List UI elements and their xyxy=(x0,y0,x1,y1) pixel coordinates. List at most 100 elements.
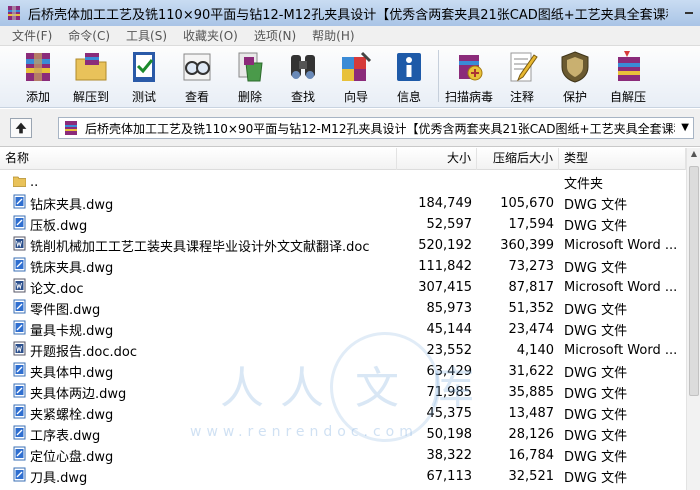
file-type: DWG 文件 xyxy=(564,324,628,339)
protect-button[interactable]: 保护 xyxy=(551,46,599,105)
info-button[interactable]: 信息 xyxy=(385,46,433,105)
column-name[interactable]: 名称 xyxy=(0,148,397,170)
file-packed-size: 13,487 xyxy=(508,406,555,421)
dwg-file-icon xyxy=(13,257,30,276)
file-row[interactable]: 论文.doc 307,415 87,817 Microsoft Word ... xyxy=(0,277,686,298)
file-packed-size: 105,670 xyxy=(500,196,554,211)
file-name-cell[interactable]: 开题报告.doc.doc xyxy=(0,341,397,360)
dwg-file-icon xyxy=(13,425,30,444)
file-name-cell[interactable]: 夹具体两边.dwg xyxy=(0,383,397,402)
archive-icon xyxy=(65,121,77,135)
dwg-file-icon xyxy=(13,446,30,465)
file-row[interactable]: .. 文件夹 xyxy=(0,172,686,193)
file-row[interactable]: 开题报告.doc.doc 23,552 4,140 Microsoft Word ..… xyxy=(0,340,686,361)
path-dropdown[interactable]: 后桥壳体加工工艺及铣110×90平面与钻12-M12孔夹具设计【优秀含两套夹具2… xyxy=(58,117,694,139)
file-name-cell[interactable]: 零件图.dwg xyxy=(0,299,397,318)
menu-commands[interactable]: 命令(C) xyxy=(60,27,118,44)
add-archive-icon xyxy=(26,53,50,81)
sfx-button[interactable]: 自解压 xyxy=(604,46,652,105)
file-list: 名称 大小 压缩后大小 类型 .. 文件夹 钻床夹具.dwg 184,749 105,6… xyxy=(0,148,700,490)
file-name-cell[interactable]: 夹具体中.dwg xyxy=(0,362,397,381)
file-name: 夹具体两边.dwg xyxy=(30,387,127,402)
winrar-app-icon xyxy=(8,6,20,20)
menu-file[interactable]: 文件(F) xyxy=(4,27,60,44)
menu-favorites[interactable]: 收藏夹(O) xyxy=(175,27,246,44)
file-row[interactable]: 铣床夹具.dwg 111,842 73,273 DWG 文件 xyxy=(0,256,686,277)
up-folder-icon[interactable] xyxy=(10,118,32,138)
folder-icon xyxy=(12,173,30,192)
file-row[interactable]: 夹具体中.dwg 63,429 31,622 DWG 文件 xyxy=(0,361,686,382)
file-packed-size: 35,885 xyxy=(508,385,555,400)
chevron-down-icon[interactable]: ▼ xyxy=(681,122,689,133)
window-controls xyxy=(682,3,696,17)
file-size: 67,113 xyxy=(426,469,473,484)
file-size: 520,192 xyxy=(418,238,472,253)
file-name-cell[interactable]: 量具卡规.dwg xyxy=(0,320,397,339)
minimize-icon[interactable] xyxy=(682,3,696,17)
file-name-cell[interactable]: 定位心盘.dwg xyxy=(0,446,397,465)
file-name: 夹紧螺栓.dwg xyxy=(30,408,114,423)
file-type: DWG 文件 xyxy=(564,429,628,444)
file-row[interactable]: 刀具.dwg 67,113 32,521 DWG 文件 xyxy=(0,466,686,487)
wizard-button[interactable]: 向导 xyxy=(332,46,380,105)
menu-tools[interactable]: 工具(S) xyxy=(118,27,175,44)
add-button[interactable]: 添加 xyxy=(14,46,62,105)
file-row[interactable]: 定位心盘.dwg 38,322 16,784 DWG 文件 xyxy=(0,445,686,466)
file-packed-size: 28,126 xyxy=(508,427,555,442)
view-glasses-icon xyxy=(183,53,211,81)
file-name: .. xyxy=(30,175,39,190)
file-row[interactable]: 零件图.dwg 85,973 51,352 DWG 文件 xyxy=(0,298,686,319)
file-name-cell[interactable]: 钻床夹具.dwg xyxy=(0,194,397,213)
file-packed-size: 17,594 xyxy=(508,217,555,232)
file-size: 38,322 xyxy=(426,448,473,463)
dwg-file-icon xyxy=(13,467,30,486)
delete-recycle-icon xyxy=(238,52,263,82)
dwg-file-icon xyxy=(13,299,30,318)
file-row[interactable]: 夹具体两边.dwg 71,985 35,885 DWG 文件 xyxy=(0,382,686,403)
extract-to-button[interactable]: 解压到 xyxy=(67,46,115,105)
file-name: 工序表.dwg xyxy=(30,429,101,444)
file-name: 定位心盘.dwg xyxy=(30,450,114,465)
delete-button[interactable]: 删除 xyxy=(226,46,274,105)
file-name-cell[interactable]: 夹紧螺栓.dwg xyxy=(0,404,397,423)
dwg-file-icon xyxy=(13,320,30,339)
file-packed-size: 23,474 xyxy=(508,322,555,337)
file-name-cell[interactable]: 铣床夹具.dwg xyxy=(0,257,397,276)
toolbar-separator xyxy=(438,50,439,102)
file-row[interactable]: 工序表.dwg 50,198 28,126 DWG 文件 xyxy=(0,424,686,445)
file-name-cell[interactable]: 压板.dwg xyxy=(0,215,397,234)
protect-shield-icon xyxy=(561,51,589,83)
file-name-cell[interactable]: 铣削机械加工工艺工装夹具课程毕业设计外文文献翻译.doc xyxy=(0,236,397,255)
virus-scan-icon xyxy=(459,55,483,81)
file-row[interactable]: 钻床夹具.dwg 184,749 105,670 DWG 文件 xyxy=(0,193,686,214)
column-packed[interactable]: 压缩后大小 xyxy=(477,148,559,170)
file-name-cell[interactable]: .. xyxy=(0,173,397,192)
file-type: 文件夹 xyxy=(564,177,604,192)
file-name: 压板.dwg xyxy=(30,219,88,234)
find-button[interactable]: 查找 xyxy=(279,46,327,105)
file-name-cell[interactable]: 刀具.dwg xyxy=(0,467,397,486)
file-size: 45,144 xyxy=(426,322,473,337)
view-button[interactable]: 查看 xyxy=(173,46,221,105)
menu-help[interactable]: 帮助(H) xyxy=(304,27,362,44)
comment-button[interactable]: 注释 xyxy=(498,46,546,105)
file-name-cell[interactable]: 论文.doc xyxy=(0,278,397,297)
file-name: 夹具体中.dwg xyxy=(30,366,114,381)
column-size[interactable]: 大小 xyxy=(397,148,477,170)
menu-options[interactable]: 选项(N) xyxy=(246,27,304,44)
scroll-thumb[interactable] xyxy=(689,166,699,396)
file-row[interactable]: 夹紧螺栓.dwg 45,375 13,487 DWG 文件 xyxy=(0,403,686,424)
comment-pencil-icon xyxy=(510,52,538,82)
file-packed-size: 32,521 xyxy=(508,469,555,484)
file-row[interactable]: 压板.dwg 52,597 17,594 DWG 文件 xyxy=(0,214,686,235)
scroll-up-icon[interactable]: ▲ xyxy=(688,149,700,163)
column-type[interactable]: 类型 xyxy=(559,148,686,170)
file-row[interactable]: 量具卡规.dwg 45,144 23,474 DWG 文件 xyxy=(0,319,686,340)
file-name: 零件图.dwg xyxy=(30,303,101,318)
extract-folder-icon xyxy=(75,53,107,81)
file-row[interactable]: 铣削机械加工工艺工装夹具课程毕业设计外文文献翻译.doc 520,192 360,3… xyxy=(0,235,686,256)
vertical-scrollbar[interactable]: ▲ xyxy=(686,148,700,490)
virus-scan-button[interactable]: 扫描病毒 xyxy=(445,46,493,105)
test-button[interactable]: 测试 xyxy=(120,46,168,105)
file-name-cell[interactable]: 工序表.dwg xyxy=(0,425,397,444)
